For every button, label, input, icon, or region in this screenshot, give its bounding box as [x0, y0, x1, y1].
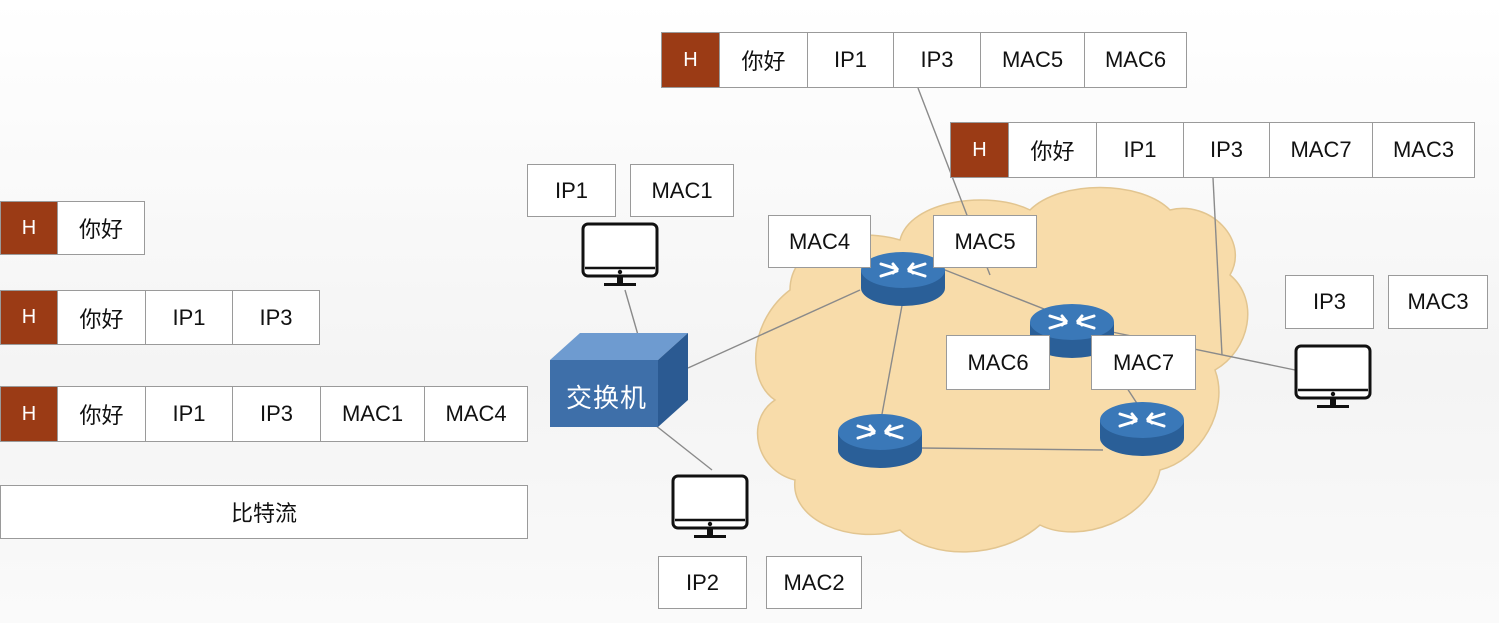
computer-icon: [581, 222, 659, 288]
header-cell: H: [0, 386, 58, 442]
host1-mac-label: MAC1: [630, 164, 734, 217]
link-switch-host2: [654, 424, 713, 471]
payload-cell: 你好: [57, 290, 146, 345]
computer-icon: [671, 474, 749, 540]
router2-mac6-label: MAC6: [946, 335, 1050, 390]
payload-cell: 你好: [719, 32, 808, 88]
router2-mac7-label: MAC7: [1091, 335, 1196, 390]
header-cell: H: [0, 201, 58, 255]
host3-mac-label: MAC3: [1388, 275, 1488, 329]
host3-ip-label: IP3: [1285, 275, 1374, 329]
router1-mac5-label: MAC5: [933, 215, 1037, 268]
dst-mac-cell: MAC3: [1372, 122, 1475, 178]
src-ip-cell: IP1: [145, 386, 233, 442]
dst-ip-cell: IP3: [893, 32, 981, 88]
src-mac-cell: MAC7: [1269, 122, 1373, 178]
host1-ip-label: IP1: [527, 164, 616, 217]
host2-mac-label: MAC2: [766, 556, 862, 609]
dst-ip-cell: IP3: [232, 386, 321, 442]
switch-label: 交换机: [566, 384, 648, 414]
router-icon: [1098, 400, 1186, 458]
dst-ip-cell: IP3: [1183, 122, 1270, 178]
host2-ip-label: IP2: [658, 556, 747, 609]
dst-ip-cell: IP3: [232, 290, 320, 345]
bitstream-bar: 比特流: [0, 485, 528, 539]
header-cell: H: [661, 32, 720, 88]
dst-mac-cell: MAC4: [424, 386, 528, 442]
header-cell: H: [0, 290, 58, 345]
src-mac-cell: MAC1: [320, 386, 425, 442]
payload-cell: 你好: [57, 386, 146, 442]
src-mac-cell: MAC5: [980, 32, 1085, 88]
computer-icon: [1294, 344, 1372, 410]
header-cell: H: [950, 122, 1009, 178]
src-ip-cell: IP1: [807, 32, 894, 88]
payload-cell: 你好: [57, 201, 145, 255]
router-icon: [836, 412, 924, 470]
src-ip-cell: IP1: [145, 290, 233, 345]
link-host1-switch: [624, 289, 639, 336]
payload-cell: 你好: [1008, 122, 1097, 178]
router1-mac4-label: MAC4: [768, 215, 871, 268]
src-ip-cell: IP1: [1096, 122, 1184, 178]
dst-mac-cell: MAC6: [1084, 32, 1187, 88]
